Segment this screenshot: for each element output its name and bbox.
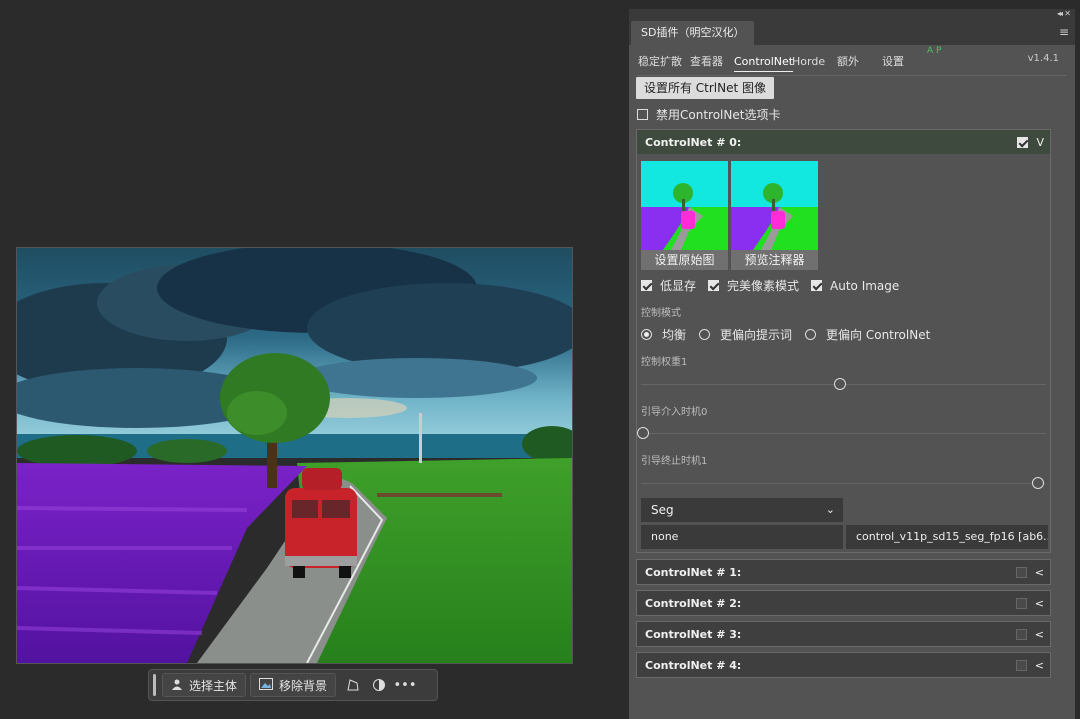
ap-badge: A P xyxy=(927,46,942,56)
low-vram-label: 低显存 xyxy=(660,279,697,293)
collapse-icon[interactable]: ◂◂ xyxy=(1057,9,1063,18)
control-mode-radio-group: 均衡 更偏向提示词 更偏向 ControlNet xyxy=(641,326,943,343)
radio-prompt[interactable] xyxy=(699,329,711,340)
seg-map-image xyxy=(641,161,728,250)
chevron-down-icon: ⌄ xyxy=(825,503,835,516)
auto-image-label: Auto Image xyxy=(830,278,900,293)
controlnet-unit-0-header[interactable]: ControlNet # 0: V xyxy=(637,130,1050,154)
adjust-icon[interactable] xyxy=(366,673,392,697)
control-mode-controlnet[interactable]: 更偏向 ControlNet xyxy=(805,326,930,343)
menu-icon[interactable]: ≡ xyxy=(1059,25,1069,39)
canvas-image[interactable] xyxy=(16,247,573,664)
close-icon[interactable]: ✕ xyxy=(1064,9,1071,18)
expand-toggle-icon[interactable]: V xyxy=(1036,136,1044,149)
landscape-artwork xyxy=(17,248,572,663)
low-vram-option[interactable]: 低显存 xyxy=(641,277,696,294)
preview-annotator-button[interactable]: 预览注释器 xyxy=(731,250,818,270)
controlnet-unit-3[interactable]: ControlNet # 3: < xyxy=(636,621,1051,647)
expand-arrow-icon[interactable]: < xyxy=(1035,628,1044,641)
tab-divider xyxy=(637,75,1067,76)
tab-viewer[interactable]: 查看器 xyxy=(690,53,723,71)
disable-controlnet-checkbox[interactable] xyxy=(637,109,648,120)
control-mode-label: 控制模式 xyxy=(641,308,681,319)
controlnet-unit-2[interactable]: ControlNet # 2: < xyxy=(636,590,1051,616)
tab-horde[interactable]: Horde xyxy=(792,53,825,71)
controlnet-unit-3-enable-checkbox[interactable] xyxy=(1015,629,1027,640)
drag-handle[interactable] xyxy=(153,674,156,696)
controlnet-unit-0: ControlNet # 0: V 设置原始图 预览注释器 低显存 完美像素模式… xyxy=(636,129,1051,553)
controlnet-unit-3-header[interactable]: ControlNet # 3: < xyxy=(637,622,1050,646)
controlnet-unit-3-title: ControlNet # 3: xyxy=(645,627,742,641)
contextual-task-bar: 选择主体 移除背景 ••• xyxy=(148,669,438,701)
panel-topbar: ◂◂ ✕ xyxy=(629,9,1075,21)
control-weight-slider-knob[interactable] xyxy=(834,378,846,390)
control-mode-prompt-label: 更偏向提示词 xyxy=(720,328,793,342)
expand-arrow-icon[interactable]: < xyxy=(1035,659,1044,672)
expand-arrow-icon[interactable]: < xyxy=(1035,566,1044,579)
preprocessor-type-value: Seg xyxy=(651,503,674,517)
panel-header: SD插件（明空汉化） ≡ xyxy=(629,21,1075,45)
radio-controlnet[interactable] xyxy=(805,329,817,340)
controlnet-unit-4-header[interactable]: ControlNet # 4: < xyxy=(637,653,1050,677)
tab-stable-diffusion[interactable]: 稳定扩散 xyxy=(638,53,682,71)
disable-controlnet-label: 禁用ControlNet选项卡 xyxy=(656,108,781,122)
control-weight-label: 控制权重1 xyxy=(641,357,688,368)
radio-balanced[interactable] xyxy=(641,329,652,340)
controlnet-unit-0-title: ControlNet # 0: xyxy=(645,135,742,149)
preprocessor-select[interactable]: none xyxy=(641,525,843,549)
pixel-perfect-option[interactable]: 完美像素模式 xyxy=(708,277,799,294)
preview-annotator-thumbnail[interactable]: 预览注释器 xyxy=(731,161,818,270)
control-mode-balanced[interactable]: 均衡 xyxy=(641,326,686,343)
version-label: v1.4.1 xyxy=(1027,53,1059,64)
model-select[interactable]: control_v11p_sd15_seg_fp16 [ab6... xyxy=(846,525,1048,549)
controlnet-unit-2-header[interactable]: ControlNet # 2: < xyxy=(637,591,1050,615)
remove-background-button[interactable]: 移除背景 xyxy=(250,673,337,697)
image-icon xyxy=(259,677,274,693)
controlnet-unit-2-enable-checkbox[interactable] xyxy=(1015,598,1027,609)
controlnet-unit-1[interactable]: ControlNet # 1: < xyxy=(636,559,1051,585)
disable-controlnet-tab-row[interactable]: 禁用ControlNet选项卡 xyxy=(637,106,780,123)
tab-controlnet[interactable]: ControlNet xyxy=(734,53,794,72)
control-mode-balanced-label: 均衡 xyxy=(662,328,687,342)
controlnet-unit-2-title: ControlNet # 2: xyxy=(645,596,742,610)
more-icon[interactable]: ••• xyxy=(392,673,418,697)
select-subject-button[interactable]: 选择主体 xyxy=(162,673,247,697)
controlnet-unit-0-enable-checkbox[interactable] xyxy=(1017,137,1029,148)
select-subject-label: 选择主体 xyxy=(189,678,238,693)
unit-options-row: 低显存 完美像素模式 Auto Image xyxy=(641,277,911,294)
guidance-end-slider-knob[interactable] xyxy=(1032,477,1044,489)
guidance-end-label: 引导终止时机1 xyxy=(641,456,708,467)
set-all-ctrlnet-images-button[interactable]: 设置所有 CtrlNet 图像 xyxy=(636,77,774,99)
auto-image-option[interactable]: Auto Image xyxy=(811,279,899,293)
original-image-thumbnail[interactable]: 设置原始图 xyxy=(641,161,728,270)
controlnet-unit-4[interactable]: ControlNet # 4: < xyxy=(636,652,1051,678)
expand-arrow-icon[interactable]: < xyxy=(1035,597,1044,610)
preprocessor-type-dropdown[interactable]: Seg ⌄ xyxy=(641,498,843,522)
tab-extras[interactable]: 额外 xyxy=(837,53,859,71)
controlnet-unit-4-title: ControlNet # 4: xyxy=(645,658,742,672)
control-mode-controlnet-label: 更偏向 ControlNet xyxy=(826,328,931,342)
auto-image-checkbox[interactable] xyxy=(811,280,823,291)
person-icon xyxy=(171,678,183,693)
set-original-image-button[interactable]: 设置原始图 xyxy=(641,250,728,270)
tab-settings[interactable]: 设置 xyxy=(882,53,904,71)
controlnet-unit-4-enable-checkbox[interactable] xyxy=(1015,660,1027,671)
controlnet-unit-1-header[interactable]: ControlNet # 1: < xyxy=(637,560,1050,584)
guidance-end-slider-track[interactable] xyxy=(641,483,1046,484)
control-mode-prompt[interactable]: 更偏向提示词 xyxy=(699,326,792,343)
low-vram-checkbox[interactable] xyxy=(641,280,652,291)
pixel-perfect-checkbox[interactable] xyxy=(708,280,720,291)
guidance-start-slider-track[interactable] xyxy=(641,433,1046,434)
sd-plugin-panel: ◂◂ ✕ SD插件（明空汉化） ≡ 稳定扩散 查看器 ControlNet Ho… xyxy=(629,9,1075,719)
remove-background-label: 移除背景 xyxy=(279,678,328,693)
annotator-preview-image xyxy=(731,161,818,250)
controlnet-unit-1-title: ControlNet # 1: xyxy=(645,565,742,579)
transform-icon[interactable] xyxy=(340,673,366,697)
guidance-start-label: 引导介入时机0 xyxy=(641,407,708,418)
controlnet-unit-1-enable-checkbox[interactable] xyxy=(1015,567,1027,578)
guidance-start-slider-knob[interactable] xyxy=(637,427,649,439)
pixel-perfect-label: 完美像素模式 xyxy=(727,279,800,293)
panel-title[interactable]: SD插件（明空汉化） xyxy=(631,21,755,45)
tab-bar: 稳定扩散 查看器 ControlNet Horde 额外 设置 A P v1.4… xyxy=(629,45,1075,76)
